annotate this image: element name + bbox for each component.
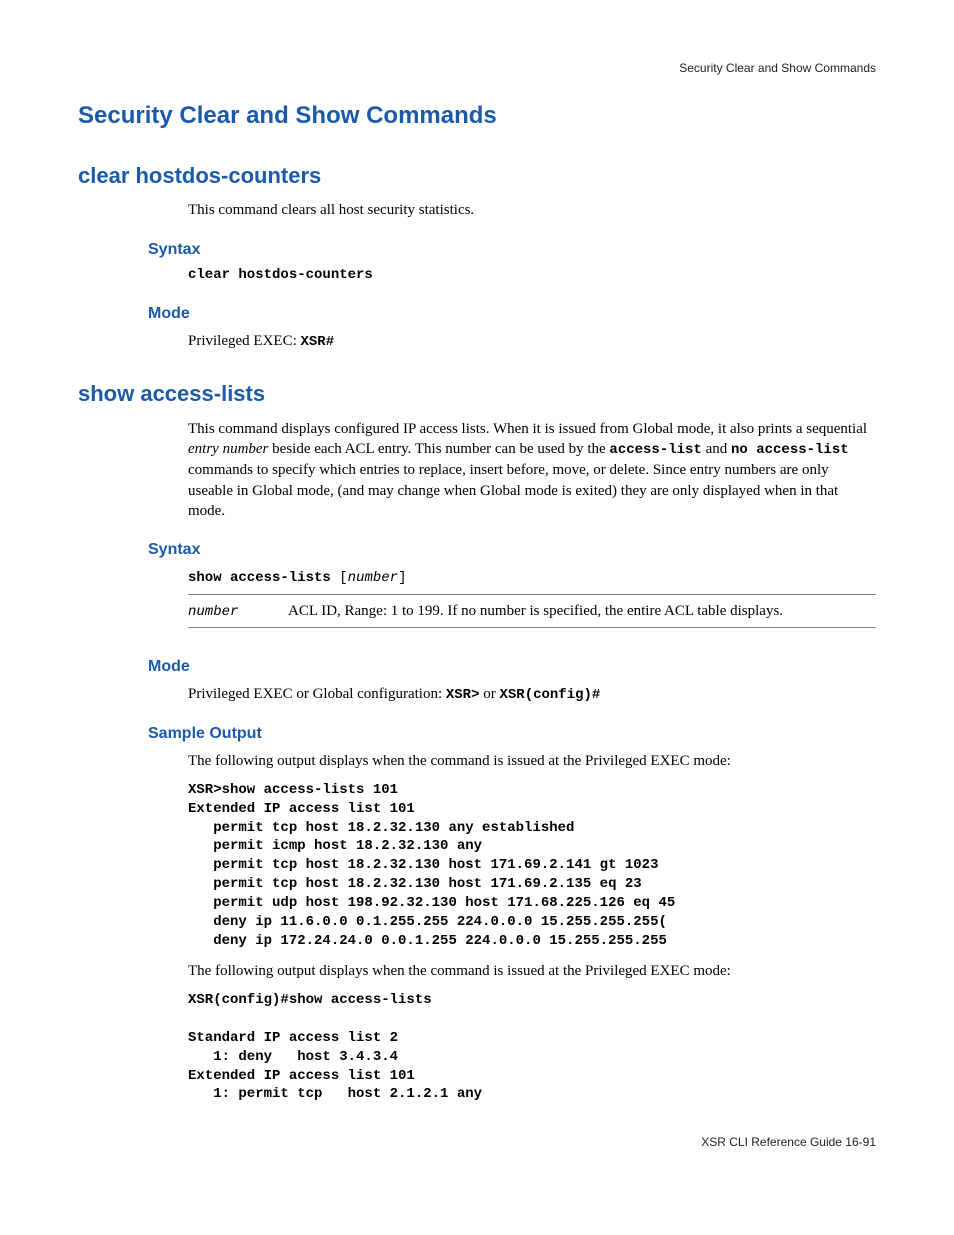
desc-code: no access-list (731, 442, 849, 458)
desc-part: This command displays configured IP acce… (188, 421, 867, 437)
sample-intro: The following output displays when the c… (188, 751, 876, 771)
command-heading-clear-hostdos: clear hostdos-counters (78, 161, 876, 191)
desc-part: commands to specify which entries to rep… (188, 462, 838, 519)
param-row: number ACL ID, Range: 1 to 199. If no nu… (188, 595, 876, 629)
sample-output-block: XSR(config)#show access-lists Standard I… (188, 991, 876, 1104)
page-footer: XSR CLI Reference Guide 16-91 (78, 1134, 876, 1150)
sample-output-block: XSR>show access-lists 101 Extended IP ac… (188, 781, 876, 951)
command-description: This command displays configured IP acce… (188, 419, 876, 521)
mode-text: Privileged EXEC or Global configuration:… (188, 684, 876, 705)
sample-output-heading: Sample Output (148, 723, 876, 745)
syntax-bracket: ] (398, 570, 406, 586)
mode-heading: Mode (148, 656, 876, 678)
desc-code: access-list (609, 442, 701, 458)
mode-heading: Mode (148, 303, 876, 325)
sample-intro: The following output displays when the c… (188, 961, 876, 981)
syntax-param: number (348, 570, 398, 586)
syntax-heading: Syntax (148, 539, 876, 561)
param-name: number (188, 603, 288, 622)
mode-code: XSR(config)# (499, 687, 600, 703)
mode-text: Privileged EXEC: XSR# (188, 331, 876, 352)
param-desc: ACL ID, Range: 1 to 199. If no number is… (288, 601, 876, 621)
syntax-heading: Syntax (148, 239, 876, 261)
mode-or: or (479, 686, 499, 702)
syntax-line: show access-lists [number] (188, 567, 876, 595)
mode-code: XSR# (301, 334, 335, 350)
syntax-cmd: show access-lists (188, 570, 339, 586)
mode-prefix: Privileged EXEC or Global configuration: (188, 686, 446, 702)
command-description: This command clears all host security st… (188, 200, 876, 220)
desc-part: and (702, 441, 731, 457)
mode-prefix: Privileged EXEC: (188, 333, 301, 349)
desc-part: beside each ACL entry. This number can b… (268, 441, 609, 457)
syntax-code: clear hostdos-counters (188, 266, 876, 285)
mode-code: XSR> (446, 687, 480, 703)
page-title: Security Clear and Show Commands (78, 100, 876, 132)
breadcrumb: Security Clear and Show Commands (78, 60, 876, 76)
syntax-bracket: [ (339, 570, 347, 586)
command-heading-show-access-lists: show access-lists (78, 379, 876, 409)
desc-emphasis: entry number (188, 441, 268, 457)
